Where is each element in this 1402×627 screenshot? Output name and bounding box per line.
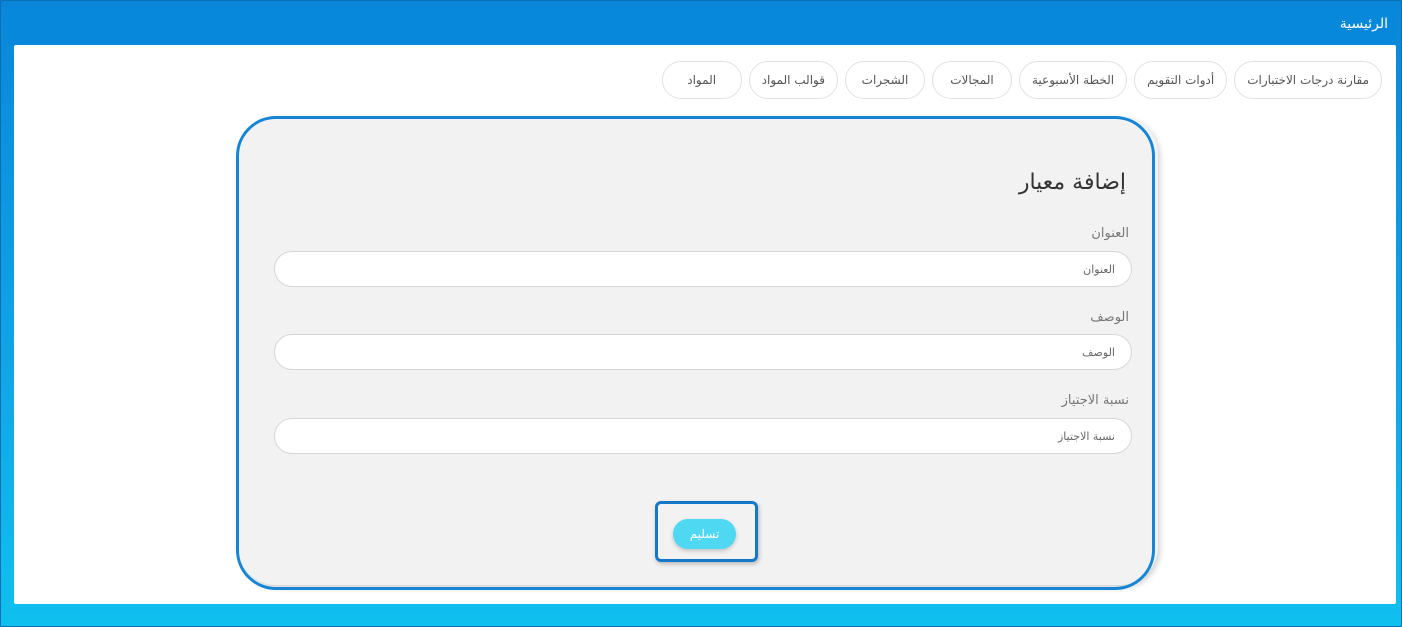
tab-weekly-plan[interactable]: الخطة الأسبوعية [1018, 61, 1128, 99]
tab-compare-test-scores[interactable]: مقارنة درجات الاختبارات [1234, 61, 1382, 99]
pass-rate-field-label: نسبة الاجتياز [1061, 393, 1129, 408]
add-criterion-card: إضافة معيار العنوان الوصف نسبة الاجتياز … [238, 116, 1158, 585]
tab-trees[interactable]: الشجرات [844, 61, 925, 99]
description-field-label: الوصف [1090, 310, 1129, 325]
tab-subject-templates[interactable]: قوالب المواد [748, 61, 838, 99]
title-input[interactable] [274, 251, 1132, 287]
home-link[interactable]: الرئيسية [1340, 16, 1388, 32]
submit-button[interactable]: تسليم [673, 519, 736, 549]
pass-rate-input[interactable] [274, 418, 1132, 454]
main-panel: المواد قوالب المواد الشجرات المجالات الخ… [14, 45, 1396, 604]
top-header-bar: الرئيسية [8, 8, 1396, 44]
form-title: إضافة معيار [1018, 170, 1126, 195]
tab-subjects[interactable]: المواد [661, 61, 742, 99]
tab-domains[interactable]: المجالات [931, 61, 1012, 99]
tab-assessment-tools[interactable]: أدوات التقويم [1134, 61, 1228, 99]
nav-tabs: المواد قوالب المواد الشجرات المجالات الخ… [661, 61, 1382, 99]
description-input[interactable] [274, 334, 1132, 370]
title-field-label: العنوان [1091, 226, 1129, 241]
